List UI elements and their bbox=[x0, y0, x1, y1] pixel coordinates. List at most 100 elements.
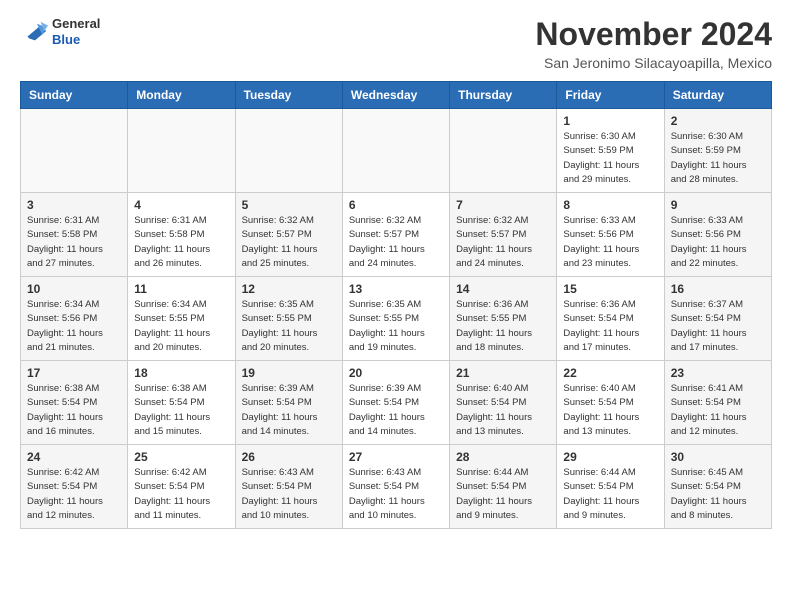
calendar-cell: 8 Sunrise: 6:33 AMSunset: 5:56 PMDaylight… bbox=[557, 193, 664, 277]
day-number: 12 bbox=[242, 282, 336, 296]
day-number: 28 bbox=[456, 450, 550, 464]
day-info: Sunrise: 6:31 AMSunset: 5:58 PMDaylight:… bbox=[27, 214, 121, 271]
page-header: General Blue November 2024 San Jeronimo … bbox=[20, 16, 772, 71]
calendar-week-3: 10Sunrise: 6:34 AMSunset: 5:56 PMDayligh… bbox=[21, 277, 772, 361]
location: San Jeronimo Silacayoapilla, Mexico bbox=[535, 55, 772, 71]
day-number: 17 bbox=[27, 366, 121, 380]
day-number: 20 bbox=[349, 366, 443, 380]
day-number: 15 bbox=[563, 282, 657, 296]
title-section: November 2024 San Jeronimo Silacayoapill… bbox=[535, 16, 772, 71]
calendar-cell: 25Sunrise: 6:42 AMSunset: 5:54 PMDayligh… bbox=[128, 445, 235, 529]
day-number: 29 bbox=[563, 450, 657, 464]
calendar-week-5: 24 Sunrise: 6:42 AMSunset: 5:54 PMDayligh… bbox=[21, 445, 772, 529]
day-info: Sunrise: 6:35 AMSunset: 5:55 PMDaylight:… bbox=[349, 298, 443, 355]
day-info: Sunrise: 6:30 AMSunset: 5:59 PMDaylight:… bbox=[563, 130, 657, 187]
calendar-cell: 11 Sunrise: 6:34 AMSunset: 5:55 PMDayligh… bbox=[128, 277, 235, 361]
calendar-cell: 21Sunrise: 6:40 AMSunset: 5:54 PMDayligh… bbox=[450, 361, 557, 445]
calendar-header-row: SundayMondayTuesdayWednesdayThursdayFrid… bbox=[21, 82, 772, 109]
day-number: 5 bbox=[242, 198, 336, 212]
calendar-cell: 10Sunrise: 6:34 AMSunset: 5:56 PMDayligh… bbox=[21, 277, 128, 361]
day-header-saturday: Saturday bbox=[664, 82, 771, 109]
day-number: 2 bbox=[671, 114, 765, 128]
day-info: Sunrise: 6:30 AMSunset: 5:59 PMDaylight:… bbox=[671, 130, 765, 187]
calendar-week-4: 17 Sunrise: 6:38 AMSunset: 5:54 PMDayligh… bbox=[21, 361, 772, 445]
day-header-wednesday: Wednesday bbox=[342, 82, 449, 109]
calendar-cell: 6 Sunrise: 6:32 AMSunset: 5:57 PMDaylight… bbox=[342, 193, 449, 277]
day-number: 30 bbox=[671, 450, 765, 464]
day-number: 19 bbox=[242, 366, 336, 380]
calendar-cell: 14Sunrise: 6:36 AMSunset: 5:55 PMDayligh… bbox=[450, 277, 557, 361]
calendar-cell: 24 Sunrise: 6:42 AMSunset: 5:54 PMDayligh… bbox=[21, 445, 128, 529]
day-number: 18 bbox=[134, 366, 228, 380]
day-number: 24 bbox=[27, 450, 121, 464]
calendar-cell bbox=[128, 109, 235, 193]
calendar-cell: 23 Sunrise: 6:41 AMSunset: 5:54 PMDayligh… bbox=[664, 361, 771, 445]
calendar-cell: 7Sunrise: 6:32 AMSunset: 5:57 PMDaylight… bbox=[450, 193, 557, 277]
calendar-cell: 13 Sunrise: 6:35 AMSunset: 5:55 PMDayligh… bbox=[342, 277, 449, 361]
logo-line1: General bbox=[52, 16, 100, 32]
day-header-friday: Friday bbox=[557, 82, 664, 109]
day-number: 16 bbox=[671, 282, 765, 296]
calendar-week-2: 3 Sunrise: 6:31 AMSunset: 5:58 PMDaylight… bbox=[21, 193, 772, 277]
calendar-week-1: 1 Sunrise: 6:30 AMSunset: 5:59 PMDaylight… bbox=[21, 109, 772, 193]
day-info: Sunrise: 6:32 AMSunset: 5:57 PMDaylight:… bbox=[242, 214, 336, 271]
day-info: Sunrise: 6:42 AMSunset: 5:54 PMDaylight:… bbox=[27, 466, 121, 523]
day-number: 3 bbox=[27, 198, 121, 212]
day-info: Sunrise: 6:32 AMSunset: 5:57 PMDaylight:… bbox=[456, 214, 550, 271]
calendar-cell: 9Sunrise: 6:33 AMSunset: 5:56 PMDaylight… bbox=[664, 193, 771, 277]
day-info: Sunrise: 6:31 AMSunset: 5:58 PMDaylight:… bbox=[134, 214, 228, 271]
calendar-cell: 3 Sunrise: 6:31 AMSunset: 5:58 PMDaylight… bbox=[21, 193, 128, 277]
calendar-cell: 12 Sunrise: 6:35 AMSunset: 5:55 PMDayligh… bbox=[235, 277, 342, 361]
day-number: 11 bbox=[134, 282, 228, 296]
day-header-tuesday: Tuesday bbox=[235, 82, 342, 109]
day-number: 27 bbox=[349, 450, 443, 464]
day-info: Sunrise: 6:43 AMSunset: 5:54 PMDaylight:… bbox=[349, 466, 443, 523]
day-info: Sunrise: 6:41 AMSunset: 5:54 PMDaylight:… bbox=[671, 382, 765, 439]
calendar-cell: 29 Sunrise: 6:44 AMSunset: 5:54 PMDayligh… bbox=[557, 445, 664, 529]
day-number: 23 bbox=[671, 366, 765, 380]
day-number: 8 bbox=[563, 198, 657, 212]
calendar-cell bbox=[342, 109, 449, 193]
day-info: Sunrise: 6:33 AMSunset: 5:56 PMDaylight:… bbox=[563, 214, 657, 271]
day-info: Sunrise: 6:40 AMSunset: 5:54 PMDaylight:… bbox=[456, 382, 550, 439]
day-info: Sunrise: 6:40 AMSunset: 5:54 PMDaylight:… bbox=[563, 382, 657, 439]
calendar-cell: 20Sunrise: 6:39 AMSunset: 5:54 PMDayligh… bbox=[342, 361, 449, 445]
calendar-cell: 18Sunrise: 6:38 AMSunset: 5:54 PMDayligh… bbox=[128, 361, 235, 445]
day-number: 6 bbox=[349, 198, 443, 212]
day-number: 4 bbox=[134, 198, 228, 212]
logo: General Blue bbox=[20, 16, 100, 47]
day-info: Sunrise: 6:32 AMSunset: 5:57 PMDaylight:… bbox=[349, 214, 443, 271]
day-number: 22 bbox=[563, 366, 657, 380]
day-info: Sunrise: 6:35 AMSunset: 5:55 PMDaylight:… bbox=[242, 298, 336, 355]
calendar-cell bbox=[235, 109, 342, 193]
day-info: Sunrise: 6:38 AMSunset: 5:54 PMDaylight:… bbox=[27, 382, 121, 439]
day-info: Sunrise: 6:45 AMSunset: 5:54 PMDaylight:… bbox=[671, 466, 765, 523]
calendar-cell: 22 Sunrise: 6:40 AMSunset: 5:54 PMDayligh… bbox=[557, 361, 664, 445]
calendar-cell bbox=[21, 109, 128, 193]
day-info: Sunrise: 6:44 AMSunset: 5:54 PMDaylight:… bbox=[563, 466, 657, 523]
calendar-cell: 27 Sunrise: 6:43 AMSunset: 5:54 PMDayligh… bbox=[342, 445, 449, 529]
day-info: Sunrise: 6:44 AMSunset: 5:54 PMDaylight:… bbox=[456, 466, 550, 523]
calendar-cell: 28 Sunrise: 6:44 AMSunset: 5:54 PMDayligh… bbox=[450, 445, 557, 529]
day-header-sunday: Sunday bbox=[21, 82, 128, 109]
day-info: Sunrise: 6:34 AMSunset: 5:56 PMDaylight:… bbox=[27, 298, 121, 355]
logo-text: General Blue bbox=[52, 16, 100, 47]
day-number: 1 bbox=[563, 114, 657, 128]
day-number: 26 bbox=[242, 450, 336, 464]
day-info: Sunrise: 6:34 AMSunset: 5:55 PMDaylight:… bbox=[134, 298, 228, 355]
calendar-cell: 4 Sunrise: 6:31 AMSunset: 5:58 PMDaylight… bbox=[128, 193, 235, 277]
calendar-cell: 26 Sunrise: 6:43 AMSunset: 5:54 PMDayligh… bbox=[235, 445, 342, 529]
day-info: Sunrise: 6:43 AMSunset: 5:54 PMDaylight:… bbox=[242, 466, 336, 523]
calendar-cell bbox=[450, 109, 557, 193]
calendar-cell: 5 Sunrise: 6:32 AMSunset: 5:57 PMDaylight… bbox=[235, 193, 342, 277]
day-info: Sunrise: 6:39 AMSunset: 5:54 PMDaylight:… bbox=[242, 382, 336, 439]
day-number: 13 bbox=[349, 282, 443, 296]
day-header-thursday: Thursday bbox=[450, 82, 557, 109]
calendar-table: SundayMondayTuesdayWednesdayThursdayFrid… bbox=[20, 81, 772, 529]
day-info: Sunrise: 6:33 AMSunset: 5:56 PMDaylight:… bbox=[671, 214, 765, 271]
day-info: Sunrise: 6:42 AMSunset: 5:54 PMDaylight:… bbox=[134, 466, 228, 523]
month-title: November 2024 bbox=[535, 16, 772, 53]
calendar-cell: 19 Sunrise: 6:39 AMSunset: 5:54 PMDayligh… bbox=[235, 361, 342, 445]
logo-line2: Blue bbox=[52, 32, 100, 48]
logo-icon bbox=[20, 18, 48, 46]
